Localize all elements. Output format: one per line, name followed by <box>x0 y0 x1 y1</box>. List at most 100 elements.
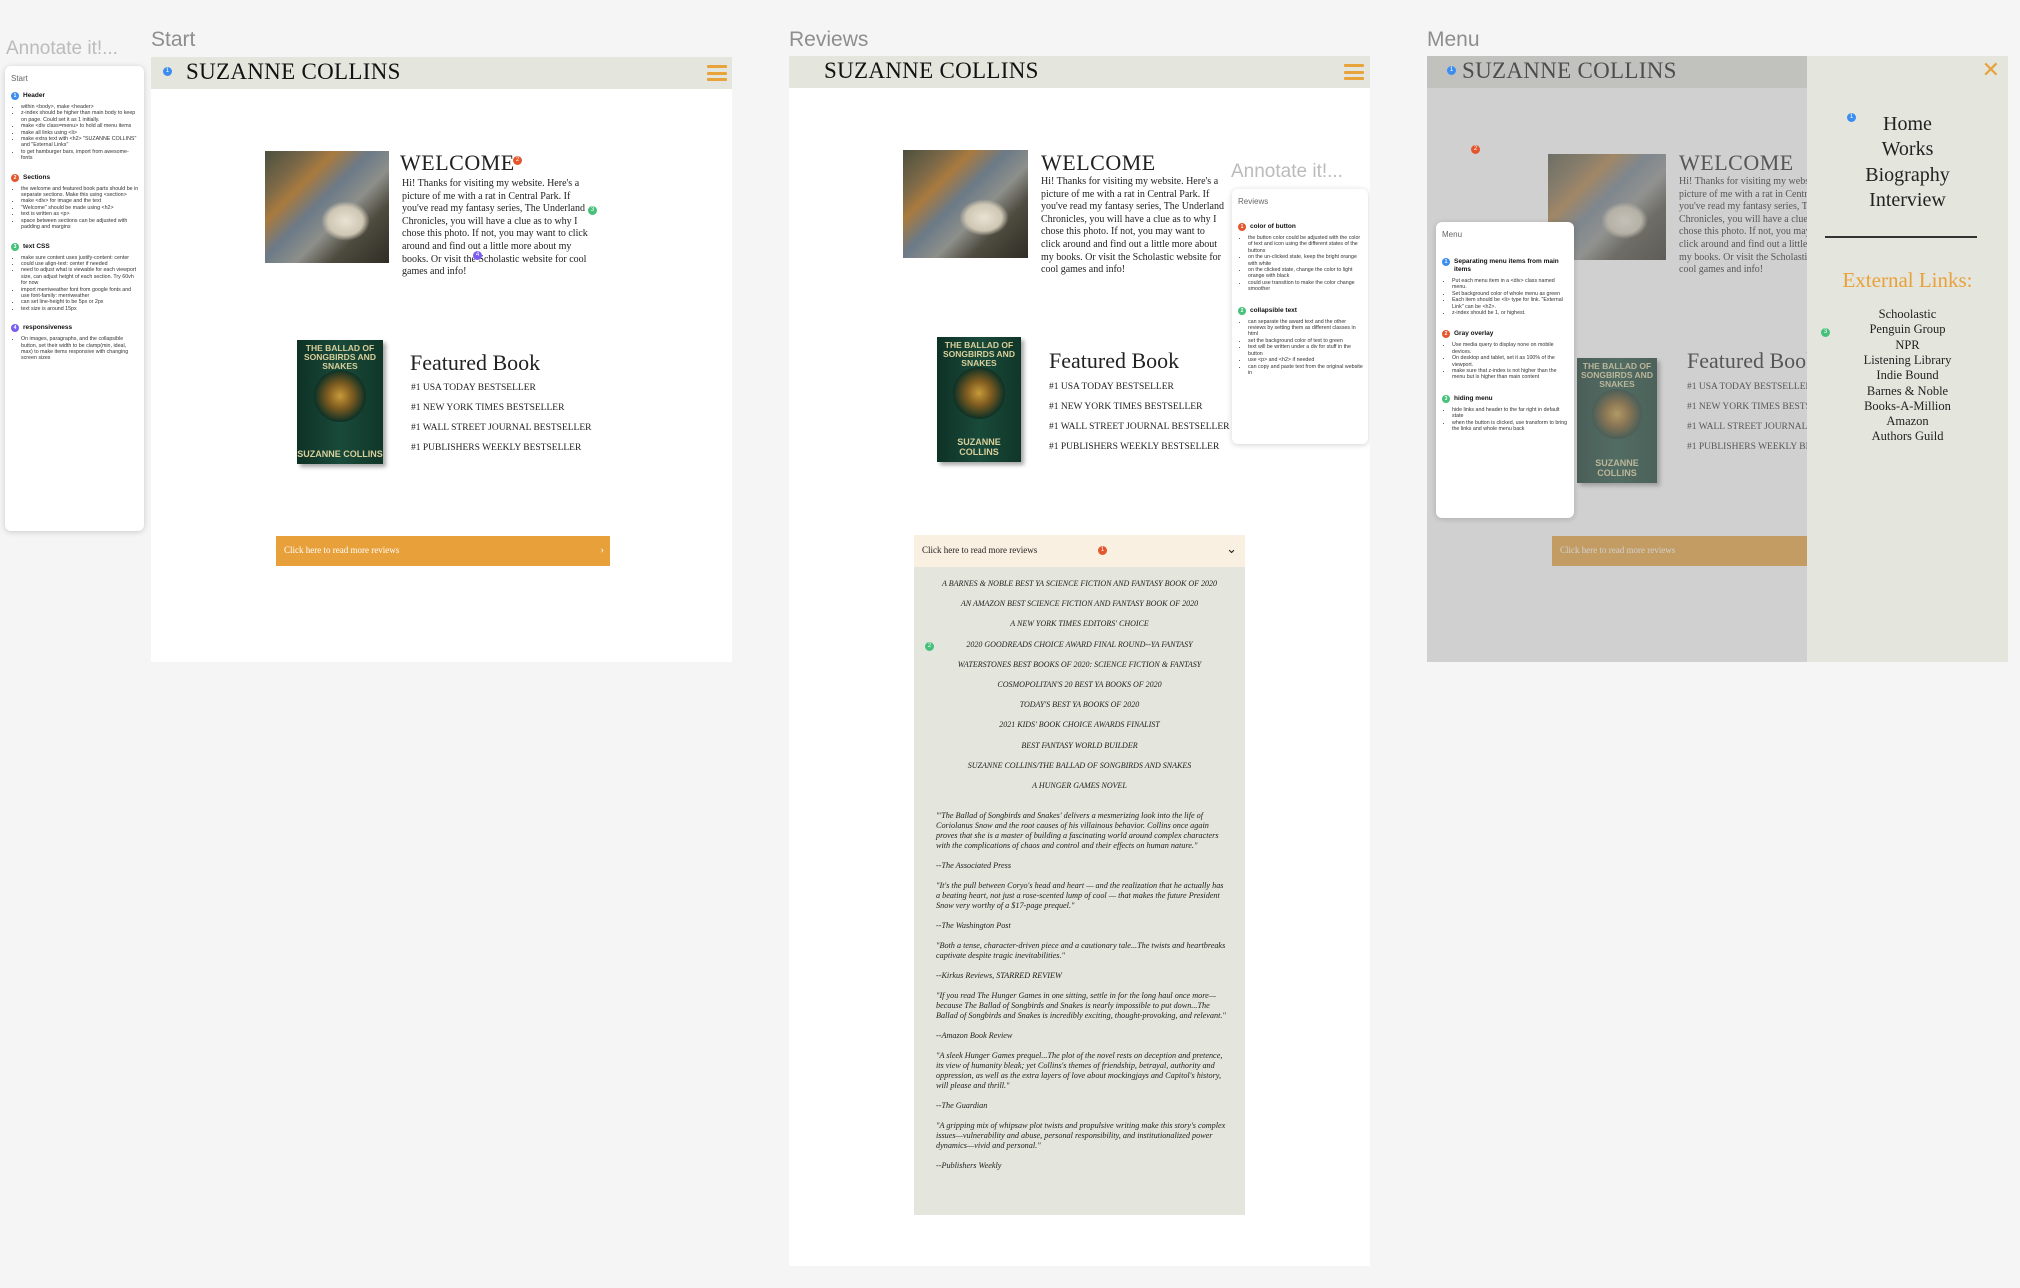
annotation-item: hide links and header to the far right i… <box>1452 407 1569 420</box>
frame-start: SUZANNE COLLINS 1 WELCOME 2 Hi! Thanks f… <box>151 57 732 662</box>
site-title: SUZANNE COLLINS <box>186 59 401 84</box>
featured-item: #1 USA TODAY BESTSELLER <box>411 383 536 393</box>
featured-heading: Featured Book <box>1049 348 1180 373</box>
external-link-item[interactable]: Authors Guild <box>1807 429 2008 444</box>
annotation-section-title: Sections <box>23 173 51 181</box>
external-link-item[interactable]: Schoolastic <box>1807 307 2008 322</box>
hamburger-menu-icon[interactable] <box>707 65 727 81</box>
book-cover-title: THE BALLAD OF SONGBIRDS AND SNAKES <box>943 340 1015 368</box>
annotation-item: can copy and paste text from the origina… <box>1248 364 1363 377</box>
annotation-section-heading: 3 text CSS <box>11 242 139 251</box>
annotation-sections: 1 color of button the button color could b… <box>1238 223 1363 390</box>
annotation-section-heading: 1 Separating menu items from main items <box>1442 258 1569 274</box>
author-photo <box>903 150 1028 258</box>
annotation-number-badge: 1 <box>11 92 19 100</box>
nav-item-interview[interactable]: Interview <box>1807 188 2008 213</box>
nav-item-home[interactable]: Home <box>1807 112 2008 137</box>
annotation-panel-reviews: Reviews 1 color of button the button color… <box>1232 189 1368 444</box>
featured-item: #1 NEW YORK TIMES BESTSELLER <box>411 403 565 413</box>
annotation-section: 3 hiding menu hide links and header to the… <box>1442 394 1569 433</box>
external-link-item[interactable]: Barnes & Noble <box>1807 384 2008 399</box>
annotation-section-heading: 3 hiding menu <box>1442 394 1569 403</box>
external-link-item[interactable]: NPR <box>1807 338 2008 353</box>
annotation-section: 1 Separating menu items from main items Pu… <box>1442 258 1569 316</box>
annotation-sections: 1 Header within <body>, make <header>z-ind… <box>11 92 139 374</box>
annotation-section-heading: 4 responsiveness <box>11 324 139 333</box>
annotation-marker-1: 1 <box>163 67 172 76</box>
annotation-panel-start: Start 1 Header within <body>, make <header… <box>5 66 144 531</box>
featured-item: #1 PUBLISHERS WEEKLY BESTSELLER <box>1049 442 1220 452</box>
external-links-heading: External Links: <box>1842 268 1973 292</box>
featured-item: #1 NEW YORK TIMES BESTSELLER <box>1049 402 1203 412</box>
reviews-toggle-label: Click here to read more reviews <box>922 545 1038 555</box>
read-reviews-label: Click here to read more reviews <box>284 545 400 555</box>
annotation-section-title: collapsible text <box>1250 306 1297 314</box>
external-link-item[interactable]: Books-A-Million <box>1807 399 2008 414</box>
review-quote: "It's the pull between Coryo's head and … <box>936 881 1224 910</box>
featured-heading: Featured Book <box>410 350 541 375</box>
award-item: A HUNGER GAMES NOVEL <box>1032 780 1127 790</box>
hamburger-menu-icon[interactable] <box>1344 64 1364 80</box>
read-reviews-button[interactable]: Click here to read more reviews › <box>276 536 610 566</box>
external-link-item[interactable]: Listening Library <box>1807 353 2008 368</box>
annotation-panel-title: Menu <box>1442 230 1463 239</box>
annotation-number-badge: 2 <box>1442 330 1450 339</box>
award-item: SUZANNE COLLINS/THE BALLAD OF SONGBIRDS … <box>967 760 1192 770</box>
book-cover-author: SUZANNE COLLINS <box>297 449 383 459</box>
annotation-item: could use transition to make the color c… <box>1248 280 1363 293</box>
annotation-list: hide links and header to the far right i… <box>1452 407 1569 433</box>
welcome-heading: WELCOME <box>1041 150 1156 175</box>
review-quotes: "'The Ballad of Songbirds and Snakes' de… <box>936 811 1226 1181</box>
annotation-section-title: responsiveness <box>23 324 73 332</box>
external-link-item[interactable]: Penguin Group <box>1807 322 2008 337</box>
author-photo <box>265 151 389 263</box>
annotation-panel-menu: Menu 1 Separating menu items from main it… <box>1436 222 1574 518</box>
annotation-item: Put each menu item in a <div> class name… <box>1452 278 1569 291</box>
annotation-item: Use media query to display none on mobil… <box>1452 342 1569 355</box>
reviews-toggle-button[interactable]: Click here to read more reviews ⌄ <box>914 535 1245 567</box>
close-icon[interactable]: ✕ <box>1982 58 2000 83</box>
annotation-number-badge: 2 <box>1238 306 1246 315</box>
annotation-section: 1 Header within <body>, make <header>z-ind… <box>11 92 139 162</box>
book-cover-author: SUZANNE COLLINS <box>957 437 1001 457</box>
annotation-section-title: Header <box>23 92 46 99</box>
nav-item-biography[interactable]: Biography <box>1807 163 2008 188</box>
annotation-item: On desktop and tablet, set it as 100% of… <box>1452 355 1569 368</box>
annotation-item: z-index should be 1, or highest. <box>1452 310 1569 316</box>
annotation-item: the welcome and featured book parts shou… <box>21 186 139 199</box>
award-item: 2021 KIDS' BOOK CHOICE AWARDS FINALIST <box>999 720 1160 730</box>
featured-item: #1 USA TODAY BESTSELLER <box>1049 382 1174 392</box>
annotation-section-title: color of button <box>1250 223 1296 230</box>
nav-item-works[interactable]: Works <box>1807 137 2008 162</box>
review-quote: --Amazon Book Review <box>936 1031 1013 1040</box>
award-item: BEST FANTASY WORLD BUILDER <box>1021 740 1138 750</box>
annotation-section-heading: 1 color of button <box>1238 223 1363 231</box>
annotation-section-heading: 2 collapsible text <box>1238 306 1363 315</box>
site-header: SUZANNE COLLINS <box>151 57 732 89</box>
mockingjay-seal-icon <box>953 367 1005 420</box>
review-quote: --Publishers Weekly <box>936 1161 1002 1170</box>
annotation-item: text will be written under a div for stu… <box>1248 344 1363 357</box>
review-quote: "If you read The Hunger Games in one sit… <box>936 991 1226 1020</box>
review-quote: "A sleek Hunger Games prequel...The plot… <box>936 1051 1223 1090</box>
chevron-down-icon: ⌄ <box>1226 541 1237 556</box>
annotate-title-reviews: Annotate it!... <box>1231 161 1343 182</box>
annotation-list: Use media query to display none on mobil… <box>1452 342 1569 380</box>
annotation-section: 2 collapsible text can separate the award … <box>1238 306 1363 377</box>
annotation-number-badge: 4 <box>11 324 19 333</box>
award-item: A NEW YORK TIMES EDITORS' CHOICE <box>1010 619 1149 629</box>
welcome-heading: WELCOME <box>400 150 515 175</box>
frame-label-start: Start <box>151 28 196 51</box>
annotation-section-heading: 2 Sections <box>11 173 139 182</box>
external-link-item[interactable]: Amazon <box>1807 414 2008 429</box>
annotation-section: 4 responsiveness On images, paragraphs, an… <box>11 324 139 362</box>
annotation-section-title: Separating menu items from main items <box>1454 258 1559 273</box>
award-item: A BARNES & NOBLE BEST YA SCIENCE FICTION… <box>941 579 1218 588</box>
annotation-item: make extra text with <h2> "SUZANNE COLLI… <box>21 136 139 149</box>
annotation-marker-1: 1 <box>1098 546 1107 555</box>
annotation-item: On images, paragraphs, and the collapsib… <box>21 336 139 362</box>
side-menu: ✕ 1 Home Works Biography Interview Exter… <box>1807 56 2008 662</box>
annotation-item: make sure content uses justify-content: … <box>21 255 139 261</box>
review-quote: --The Washington Post <box>936 921 1011 930</box>
external-link-item[interactable]: Indie Bound <box>1807 368 2008 383</box>
